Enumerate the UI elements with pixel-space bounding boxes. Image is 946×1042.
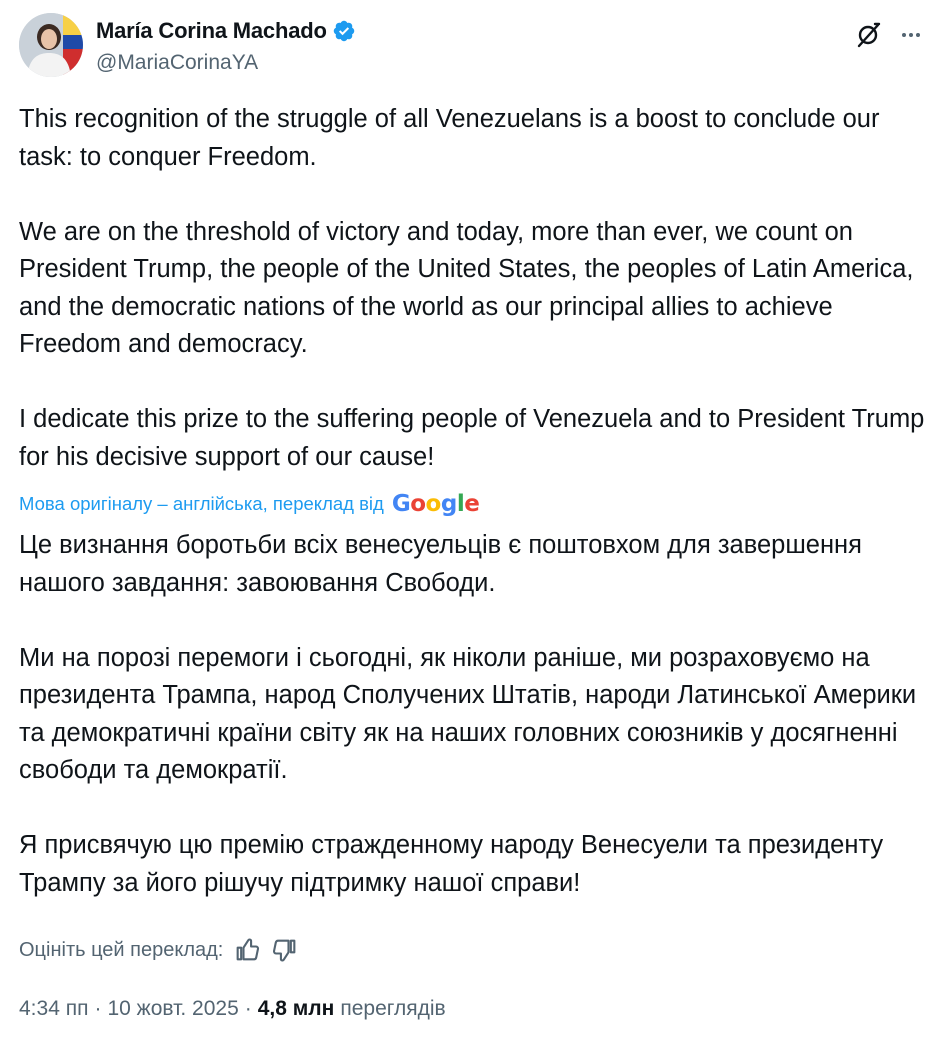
tweet-date[interactable]: 10 жовт. 2025 <box>107 997 238 1021</box>
views-count: 4,8 млн <box>257 997 335 1020</box>
author-name-text: María Corina Machado <box>96 18 327 43</box>
original-paragraph: This recognition of the struggle of all … <box>19 105 880 171</box>
google-logo: Google <box>391 491 480 517</box>
grok-icon[interactable] <box>853 20 883 50</box>
tweet-translated-text: Це визнання боротьби всіх венесуельців є… <box>19 527 934 902</box>
tweet-time[interactable]: 4:34 пп <box>19 997 88 1021</box>
original-paragraph: I dedicate this prize to the suffering p… <box>19 405 925 471</box>
thumbs-down-icon[interactable] <box>271 936 299 964</box>
translation-note[interactable]: Мова оригіналу – англійська, переклад ві… <box>19 491 480 517</box>
avatar-image <box>19 13 83 77</box>
original-paragraph: We are on the threshold of victory and t… <box>19 217 914 359</box>
meta-separator: · <box>244 997 252 1020</box>
verified-badge-icon <box>333 20 354 42</box>
views-label: переглядів <box>340 997 446 1020</box>
tweet: María Corina Machado @MariaCorinaYA This… <box>0 0 946 1042</box>
rate-translation: Оцініть цей переклад: <box>19 936 299 964</box>
more-icon[interactable] <box>896 20 926 50</box>
tweet-original-text: This recognition of the struggle of all … <box>19 101 934 476</box>
meta-separator: · <box>94 997 102 1020</box>
tweet-meta: 4:34 пп · 10 жовт. 2025 · 4,8 млн перегл… <box>19 997 446 1021</box>
translated-paragraph: Ми на порозі перемоги і сьогодні, як нік… <box>19 643 917 785</box>
translation-note-text: Мова оригіналу – англійська, переклад ві… <box>19 493 384 514</box>
author-name[interactable]: María Corina Machado <box>96 18 356 44</box>
author-handle[interactable]: @MariaCorinaYA <box>96 51 258 75</box>
translated-paragraph: Це визнання боротьби всіх венесуельців є… <box>19 531 862 597</box>
rate-translation-label: Оцініть цей переклад: <box>19 938 224 961</box>
avatar[interactable] <box>19 13 83 77</box>
translated-paragraph: Я присвячую цю премію стражденному народ… <box>19 831 884 897</box>
thumbs-up-icon[interactable] <box>233 936 261 964</box>
